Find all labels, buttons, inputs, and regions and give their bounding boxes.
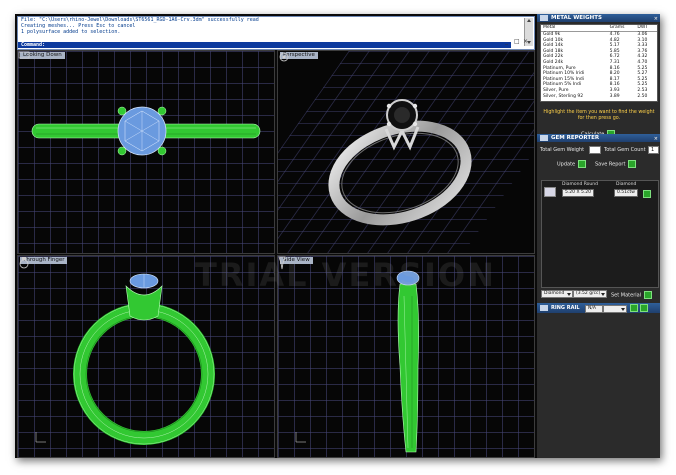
gem-weight-value: 0.51ctw xyxy=(614,189,638,197)
gem-list[interactable]: Diamond Round Diamond 5.20 X 5.20 0.51ct… xyxy=(541,180,659,288)
metal-icon xyxy=(540,15,548,21)
gem-thumbnail-icon xyxy=(544,187,556,197)
gem-row[interactable]: Diamond Round Diamond 5.20 X 5.20 0.51ct… xyxy=(544,182,656,199)
trial-watermark: TRIAL VERSION xyxy=(195,256,496,294)
total-gem-count-field[interactable]: 1 xyxy=(648,146,659,154)
gem-reporter-header[interactable]: GEM REPORTER × xyxy=(537,134,660,142)
viewport-looking-down[interactable]: Looking Down xyxy=(17,50,275,254)
material-density-value: (3.52 g/cc) xyxy=(576,291,601,296)
update-go-icon[interactable] xyxy=(578,160,587,168)
total-gem-count-label: Total Gem Count xyxy=(604,147,646,153)
panel-close-icon[interactable]: × xyxy=(654,15,658,23)
ring-rail-title: RING RAIL xyxy=(551,305,580,311)
ring-rail-bar[interactable]: RING RAIL N/A xyxy=(537,303,660,313)
material-select[interactable]: Diamond xyxy=(541,290,573,298)
command-line-3: 1 polysurface added to selection. xyxy=(21,29,121,35)
material-density-select[interactable]: (3.52 g/cc) xyxy=(573,290,607,298)
update-button[interactable]: Update xyxy=(557,160,587,168)
command-prompt[interactable]: Command: xyxy=(18,42,511,48)
maximize-icon[interactable]: □ xyxy=(514,38,520,45)
highlight-instruction: Highlight the item you want to find the … xyxy=(543,110,655,121)
set-material-button[interactable]: Set Material xyxy=(611,291,653,299)
ring-rail-apply-icon[interactable] xyxy=(640,304,648,312)
app-window: File: "C:\Users\rhino-Jewel\Downloads\ST… xyxy=(15,14,660,458)
plugin-panel: METAL WEIGHTS × Metal Grams DWT Gold 9k 4… xyxy=(537,14,660,458)
command-history[interactable]: File: "C:\Users\rhino-Jewel\Downloads\ST… xyxy=(17,16,535,50)
ring-rail-go-icon[interactable] xyxy=(630,304,638,312)
viewport-perspective[interactable]: Perspective xyxy=(277,50,535,254)
ring-option-select[interactable] xyxy=(603,305,627,313)
gem-type-header: Diamond xyxy=(616,182,637,187)
gem-icon xyxy=(540,135,548,141)
ring-top-view xyxy=(31,106,261,156)
table-row[interactable]: Silver, Sterling 92 3.89 2.50 xyxy=(541,94,657,100)
chevron-down-icon xyxy=(621,308,625,311)
metal-weights-table[interactable]: Metal Grams DWT Gold 9k 4.76 3.06 Gold 10k… xyxy=(540,24,658,102)
ring-size-select[interactable]: N/A xyxy=(585,305,603,313)
save-report-button[interactable]: Save Report xyxy=(595,160,637,168)
gem-size-value: 5.20 X 5.20 xyxy=(562,189,594,197)
gem-select-icon[interactable] xyxy=(643,190,651,198)
total-gem-weight-label: Total Gem Weight xyxy=(540,147,585,153)
set-material-label: Set Material xyxy=(611,292,642,299)
update-label: Update xyxy=(557,161,576,168)
close-icon[interactable]: × xyxy=(523,38,528,45)
view-rotate-icon[interactable] xyxy=(278,51,290,63)
ring-perspective-render xyxy=(328,99,472,226)
ring-icon xyxy=(540,305,548,311)
view-rotate-icon[interactable] xyxy=(18,256,30,270)
save-go-icon[interactable] xyxy=(628,160,637,168)
panel-close-icon[interactable]: × xyxy=(654,135,658,143)
view-cube-icon[interactable] xyxy=(18,51,30,59)
metal-weights-header[interactable]: METAL WEIGHTS × xyxy=(537,14,660,22)
gem-shape-header: Diamond Round xyxy=(562,182,598,187)
chevron-down-icon xyxy=(601,293,605,296)
scroll-up-icon[interactable] xyxy=(527,19,531,22)
minimize-icon[interactable]: _ xyxy=(505,38,508,45)
set-material-go-icon[interactable] xyxy=(644,291,653,299)
total-gem-weight-field[interactable] xyxy=(589,146,601,154)
chevron-down-icon xyxy=(567,293,571,296)
save-report-label: Save Report xyxy=(595,161,626,168)
material-select-value: Diamond xyxy=(544,291,565,296)
